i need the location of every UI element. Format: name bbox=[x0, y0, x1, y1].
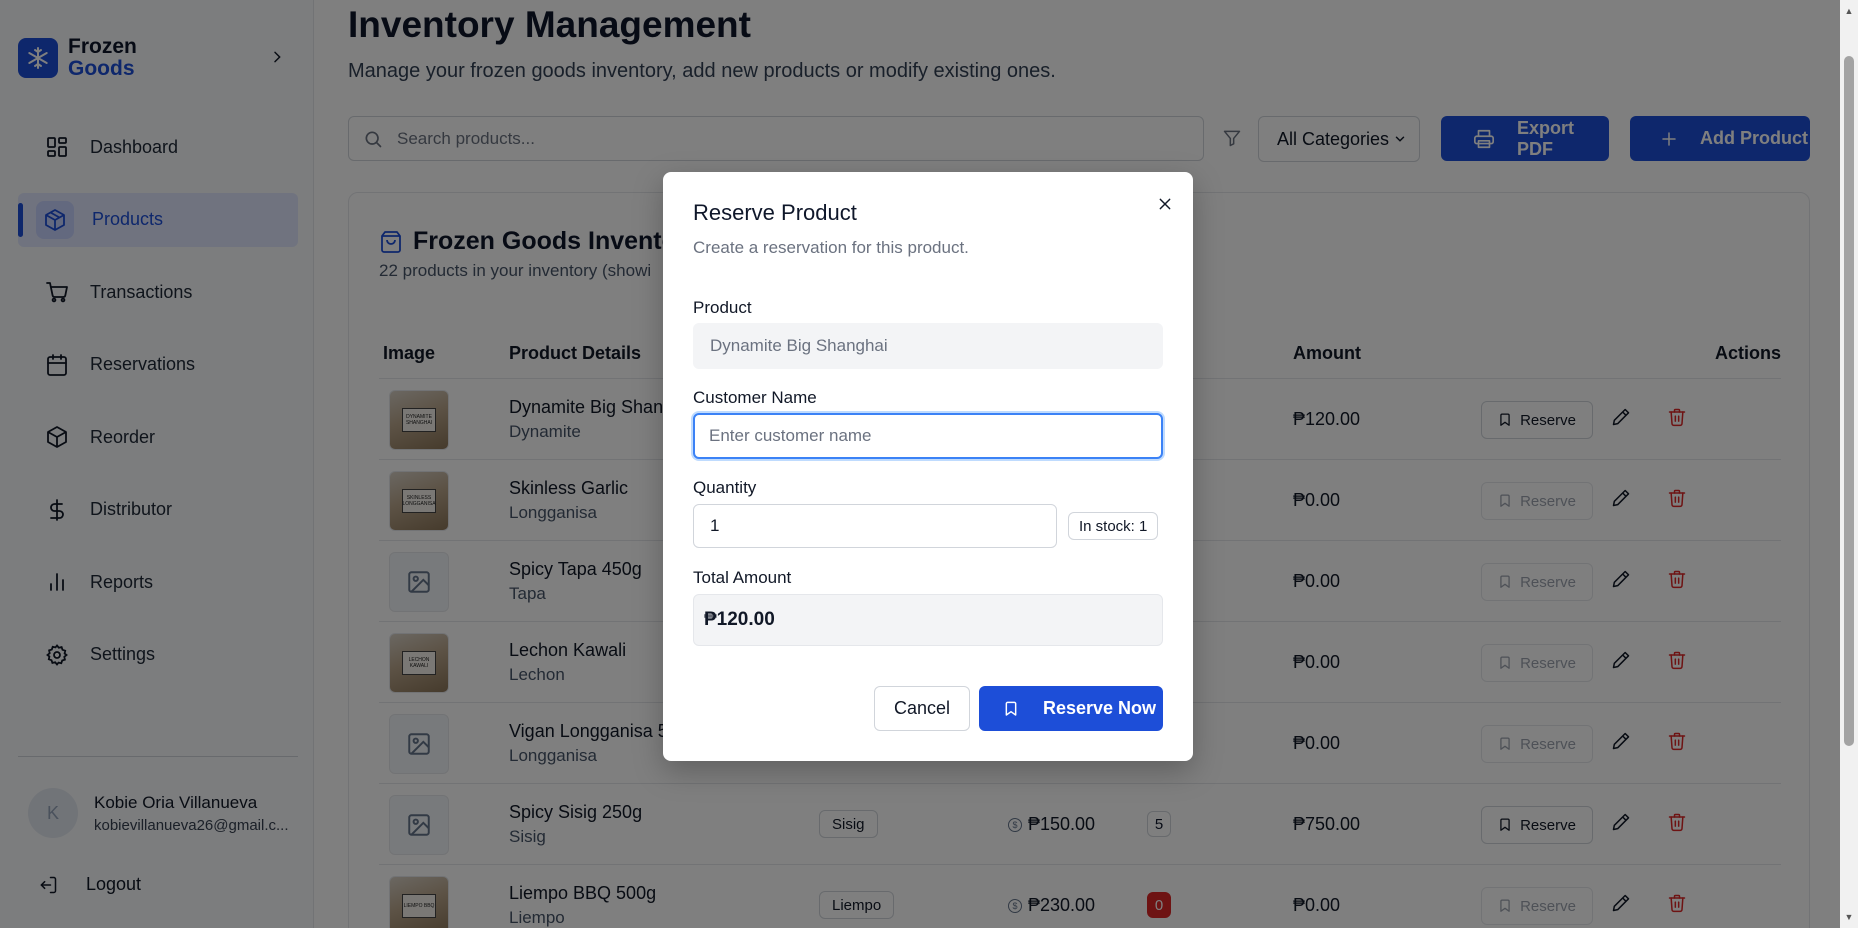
scrollbar-thumb[interactable] bbox=[1844, 56, 1854, 746]
scroll-down-arrow[interactable]: ▼ bbox=[1844, 912, 1854, 922]
reserve-product-dialog: Reserve Product Create a reservation for… bbox=[663, 172, 1193, 761]
product-label: Product bbox=[693, 298, 752, 317]
dialog-subtitle: Create a reservation for this product. bbox=[693, 238, 969, 257]
dialog-title: Reserve Product bbox=[693, 200, 857, 225]
reserve-now-label: Reserve Now bbox=[1043, 698, 1157, 718]
product-field: Dynamite Big Shanghai bbox=[693, 323, 1163, 369]
close-icon bbox=[1159, 198, 1171, 210]
customer-name-label: Customer Name bbox=[693, 388, 817, 407]
quantity-input[interactable]: 1 bbox=[693, 504, 1057, 548]
total-amount-label: Total Amount bbox=[693, 568, 792, 587]
page-scrollbar[interactable]: ▲ ▼ bbox=[1840, 0, 1858, 928]
total-amount-field: ₱120.00 bbox=[693, 594, 1163, 646]
scroll-up-arrow[interactable]: ▲ bbox=[1844, 6, 1854, 16]
bookmark-icon bbox=[1003, 700, 1019, 718]
stock-badge: In stock: 1 bbox=[1068, 512, 1159, 540]
close-button[interactable] bbox=[1153, 192, 1177, 216]
cancel-button[interactable]: Cancel bbox=[874, 686, 970, 731]
quantity-label: Quantity bbox=[693, 478, 757, 497]
reserve-now-button[interactable]: Reserve Now bbox=[979, 686, 1163, 731]
customer-name-input[interactable] bbox=[693, 413, 1163, 459]
